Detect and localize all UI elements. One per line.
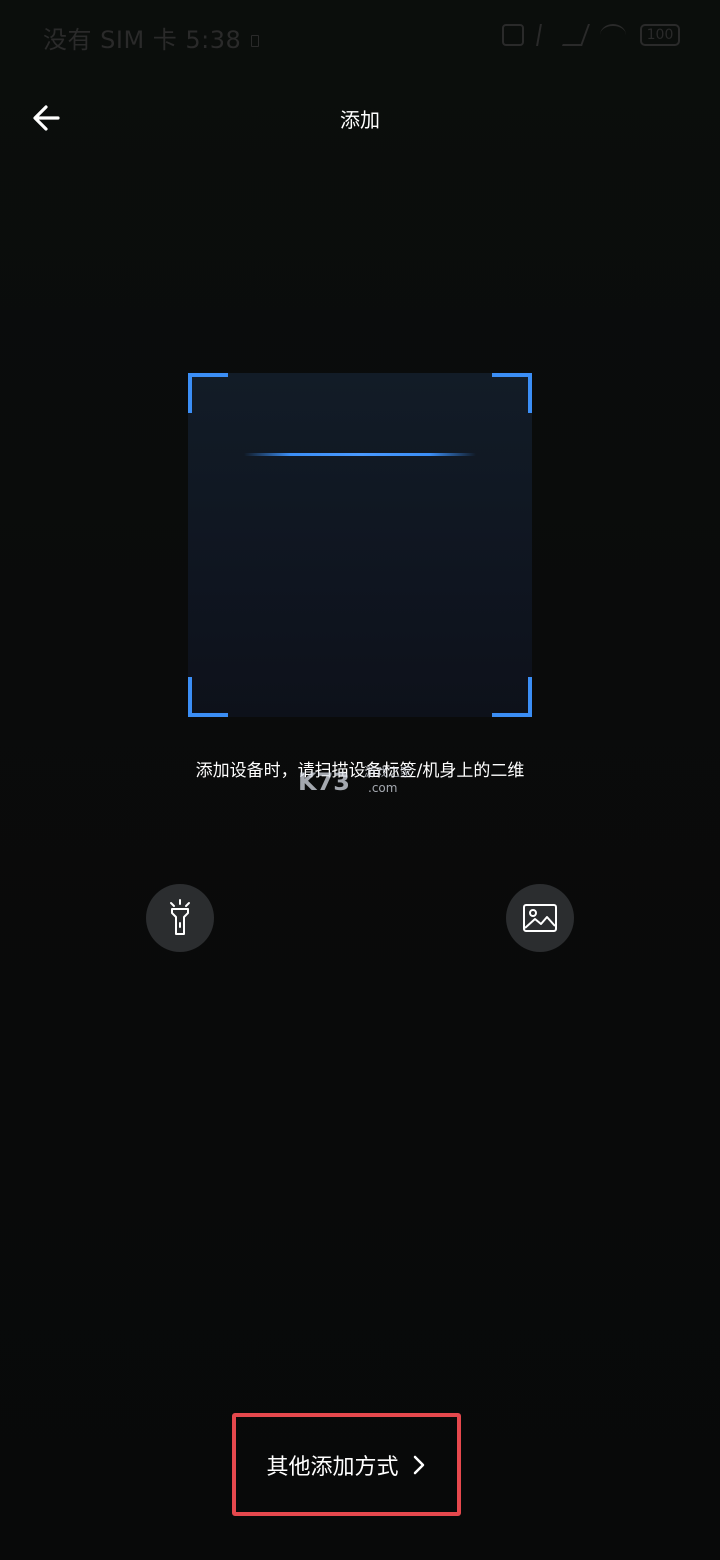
flashlight-button[interactable] — [146, 884, 214, 952]
image-icon — [523, 904, 557, 932]
other-add-methods-button[interactable]: 其他添加方式 — [232, 1413, 461, 1516]
signal-icon — [561, 24, 591, 46]
status-bar: 没有 SIM 卡 5:38 100 — [0, 0, 720, 72]
sim-icon — [251, 35, 260, 47]
scan-line — [244, 453, 476, 456]
status-carrier-time: 没有 SIM 卡 5:38 — [43, 20, 260, 55]
gallery-button[interactable] — [506, 884, 574, 952]
other-add-methods-label: 其他添加方式 — [266, 1454, 399, 1480]
scan-corner-top-left — [188, 373, 228, 413]
watermark-sub1: 游戏之家 — [364, 764, 412, 779]
scan-corner-bottom-right — [492, 677, 532, 717]
chevron-right-icon — [413, 1455, 424, 1474]
qr-scan-frame — [188, 373, 532, 717]
watermark-sub2: .com — [368, 781, 397, 795]
scan-corner-bottom-left — [188, 677, 228, 717]
flashlight-icon — [170, 899, 190, 935]
watermark-logo: K73 游戏之家 .com — [298, 764, 412, 796]
page-title: 添加 — [340, 108, 380, 132]
scan-corner-top-right — [492, 373, 532, 413]
battery-icon: 100 — [640, 24, 680, 46]
status-text: 没有 SIM 卡 5:38 — [43, 26, 242, 54]
wifi-icon — [600, 24, 626, 46]
status-icons: 100 — [502, 22, 680, 48]
nfc-icon — [502, 24, 524, 46]
bluetooth-icon — [536, 24, 554, 46]
watermark-brand: K73 — [298, 768, 350, 796]
